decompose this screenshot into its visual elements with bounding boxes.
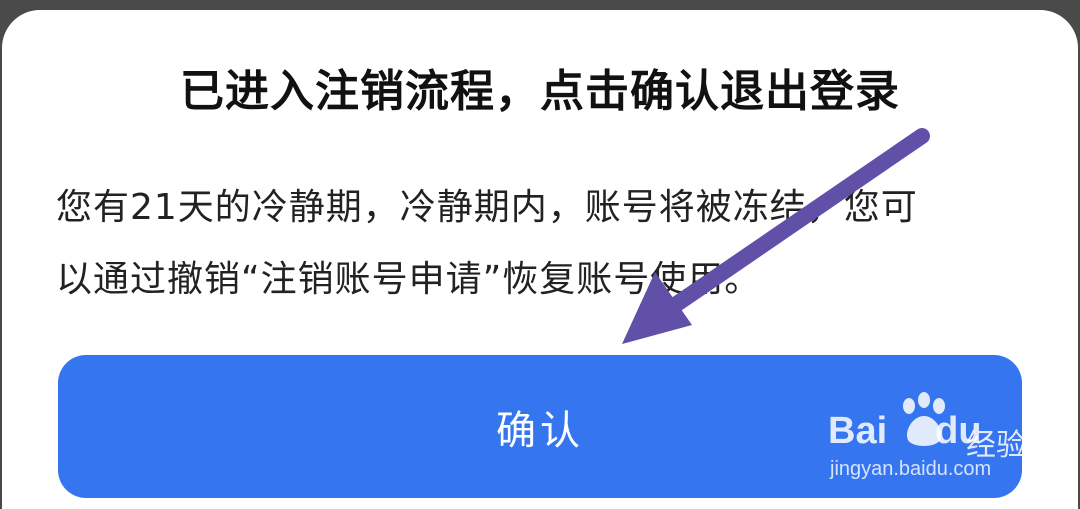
dialog-message: 您有21天的冷静期，冷静期内，账号将被冻结，您可 以通过撤销“注销账号申请”恢复…	[56, 172, 1016, 316]
dialog-title: 已进入注销流程，点击确认退出登录	[180, 66, 900, 117]
dialog-message-line-2: 以通过撤销“注销账号申请”恢复账号使用。	[56, 259, 762, 300]
confirm-button-label: 确认	[496, 407, 584, 454]
screen: 已进入注销流程，点击确认退出登录 您有21天的冷静期，冷静期内，账号将被冻结，您…	[0, 0, 1080, 509]
confirm-button[interactable]: 确认	[58, 355, 1022, 498]
dialog-message-line-1: 您有21天的冷静期，冷静期内，账号将被冻结，您可	[56, 187, 918, 228]
